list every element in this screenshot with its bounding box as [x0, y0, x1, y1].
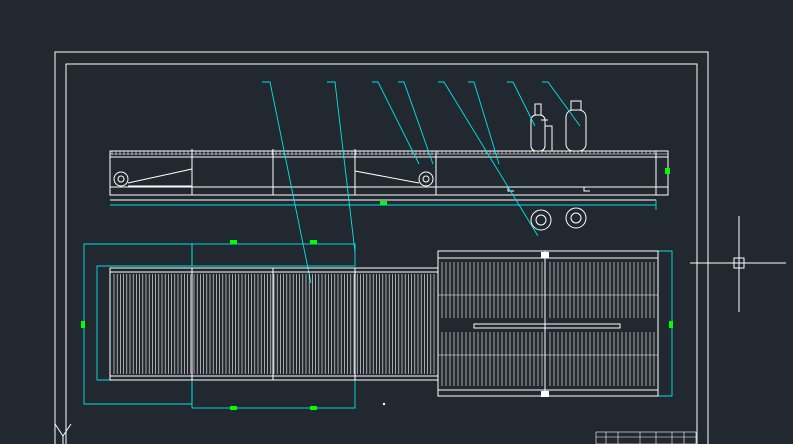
cad-drawing-canvas[interactable]	[0, 0, 793, 444]
top-plan-view	[81, 240, 673, 410]
crosshair-icon	[690, 216, 786, 312]
title-block	[595, 431, 697, 444]
gas-cylinder-icon	[530, 100, 587, 152]
side-elevation-view	[109, 100, 670, 231]
leader-lines	[262, 81, 581, 284]
